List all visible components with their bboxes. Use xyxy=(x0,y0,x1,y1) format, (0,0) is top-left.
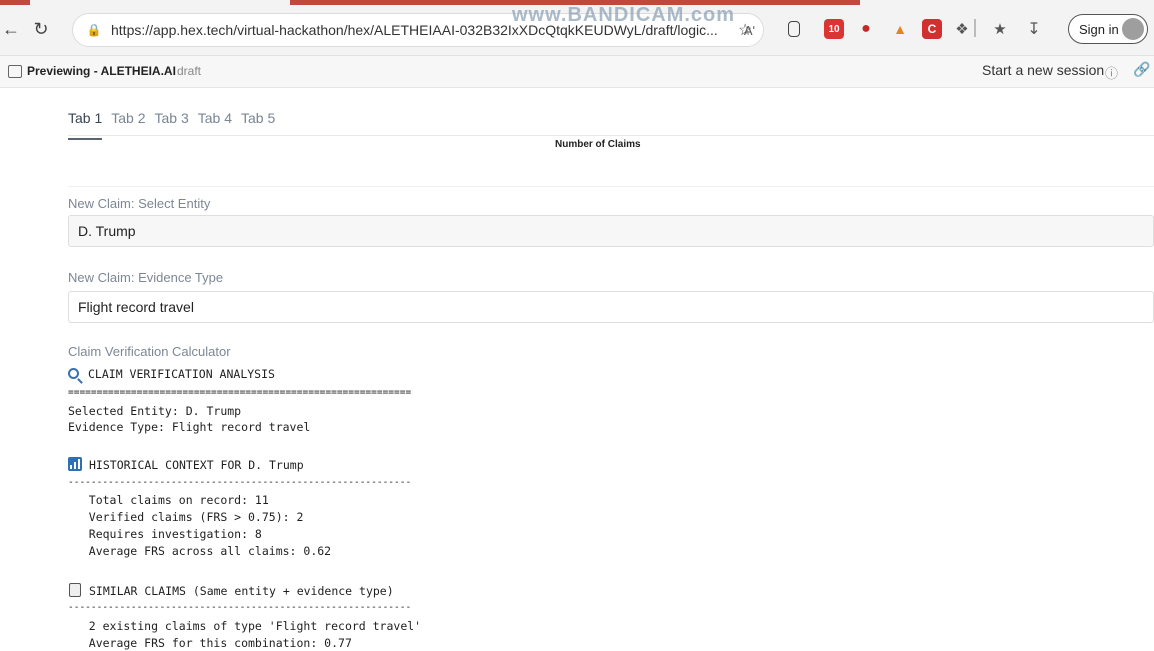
favorite-star-icon[interactable]: ☆ xyxy=(738,20,752,40)
clipboard-icon xyxy=(69,583,81,597)
similar-line: Average FRS for this combination: 0.77 xyxy=(68,636,352,650)
tab-divider xyxy=(68,135,1154,136)
evidence-label: New Claim: Evidence Type xyxy=(68,270,224,285)
link-icon[interactable]: 🔗 xyxy=(1133,61,1150,78)
page-title: Previewing - ALETHEIA.AI xyxy=(27,64,176,78)
history-line: Total claims on record: 11 xyxy=(68,493,269,507)
single-rule: ----------------------------------------… xyxy=(68,602,412,613)
chart-title: Number of Claims xyxy=(555,139,641,150)
favorites-list-icon[interactable]: ★ xyxy=(990,19,1010,39)
entity-label: New Claim: Select Entity xyxy=(68,196,211,211)
bar-chart-icon xyxy=(68,457,82,471)
history-heading: HISTORICAL CONTEXT FOR D. Trump xyxy=(89,458,304,472)
extension-badge-icon[interactable]: 10 xyxy=(824,19,844,39)
toolbar-divider xyxy=(974,19,976,37)
section-divider xyxy=(68,186,1154,187)
history-line: Verified claims (FRS > 0.75): 2 xyxy=(68,510,304,524)
downloads-icon[interactable]: ↧ xyxy=(1024,19,1044,39)
similar-heading: SIMILAR CLAIMS (Same entity + evidence t… xyxy=(89,584,394,598)
sign-in-button[interactable]: Sign in xyxy=(1068,14,1148,44)
app-header: Previewing - ALETHEIA.AI draft Start a n… xyxy=(0,56,1154,88)
fox-extension-icon[interactable]: ▲ xyxy=(890,19,910,39)
entity-select[interactable]: D. Trump xyxy=(68,215,1154,247)
history-line: Average FRS across all claims: 0.62 xyxy=(68,544,332,558)
analysis-heading-row: CLAIM VERIFICATION ANALYSIS xyxy=(68,367,275,382)
calculator-label: Claim Verification Calculator xyxy=(68,344,231,359)
single-rule: ----------------------------------------… xyxy=(68,477,412,488)
analysis-heading: CLAIM VERIFICATION ANALYSIS xyxy=(88,367,275,381)
reading-mode-icon[interactable] xyxy=(788,21,800,37)
reload-icon[interactable]: ↻ xyxy=(30,18,52,40)
extensions-puzzle-icon[interactable]: ❖ xyxy=(952,19,972,39)
tomato-extension-icon[interactable]: ● xyxy=(856,19,876,39)
history-line: Requires investigation: 8 xyxy=(68,527,262,541)
magnifier-icon xyxy=(68,368,79,379)
sign-in-label: Sign in xyxy=(1079,21,1119,37)
double-rule: ========================================… xyxy=(68,387,412,398)
evidence-line: Evidence Type: Flight record travel xyxy=(68,420,311,434)
draft-badge: draft xyxy=(177,64,202,78)
evidence-value: Flight record travel xyxy=(78,299,194,315)
similar-line: 2 existing claims of type 'Flight record… xyxy=(68,619,422,633)
preview-icon xyxy=(8,65,22,78)
red-extension-icon[interactable]: C xyxy=(922,19,942,39)
avatar xyxy=(1122,18,1144,40)
back-icon[interactable]: ← xyxy=(0,18,22,40)
similar-heading-row: SIMILAR CLAIMS (Same entity + evidence t… xyxy=(68,583,394,599)
history-heading-row: HISTORICAL CONTEXT FOR D. Trump xyxy=(68,457,304,473)
site-info-icon[interactable]: 🔒 xyxy=(87,23,102,37)
entity-line: Selected Entity: D. Trump xyxy=(68,404,242,418)
extension-badge-count: 10 xyxy=(828,23,840,35)
entity-value: D. Trump xyxy=(78,223,136,239)
window-accent xyxy=(0,0,30,5)
start-session-button[interactable]: Start a new session xyxy=(982,62,1104,78)
browser-toolbar: ← ↻ 🔒 https://app.hex.tech/virtual-hacka… xyxy=(0,0,1154,56)
info-icon[interactable]: ⓘ xyxy=(1105,63,1118,82)
recorder-watermark: www.BANDICAM.com xyxy=(512,4,736,26)
evidence-select[interactable]: Flight record travel xyxy=(68,291,1154,323)
